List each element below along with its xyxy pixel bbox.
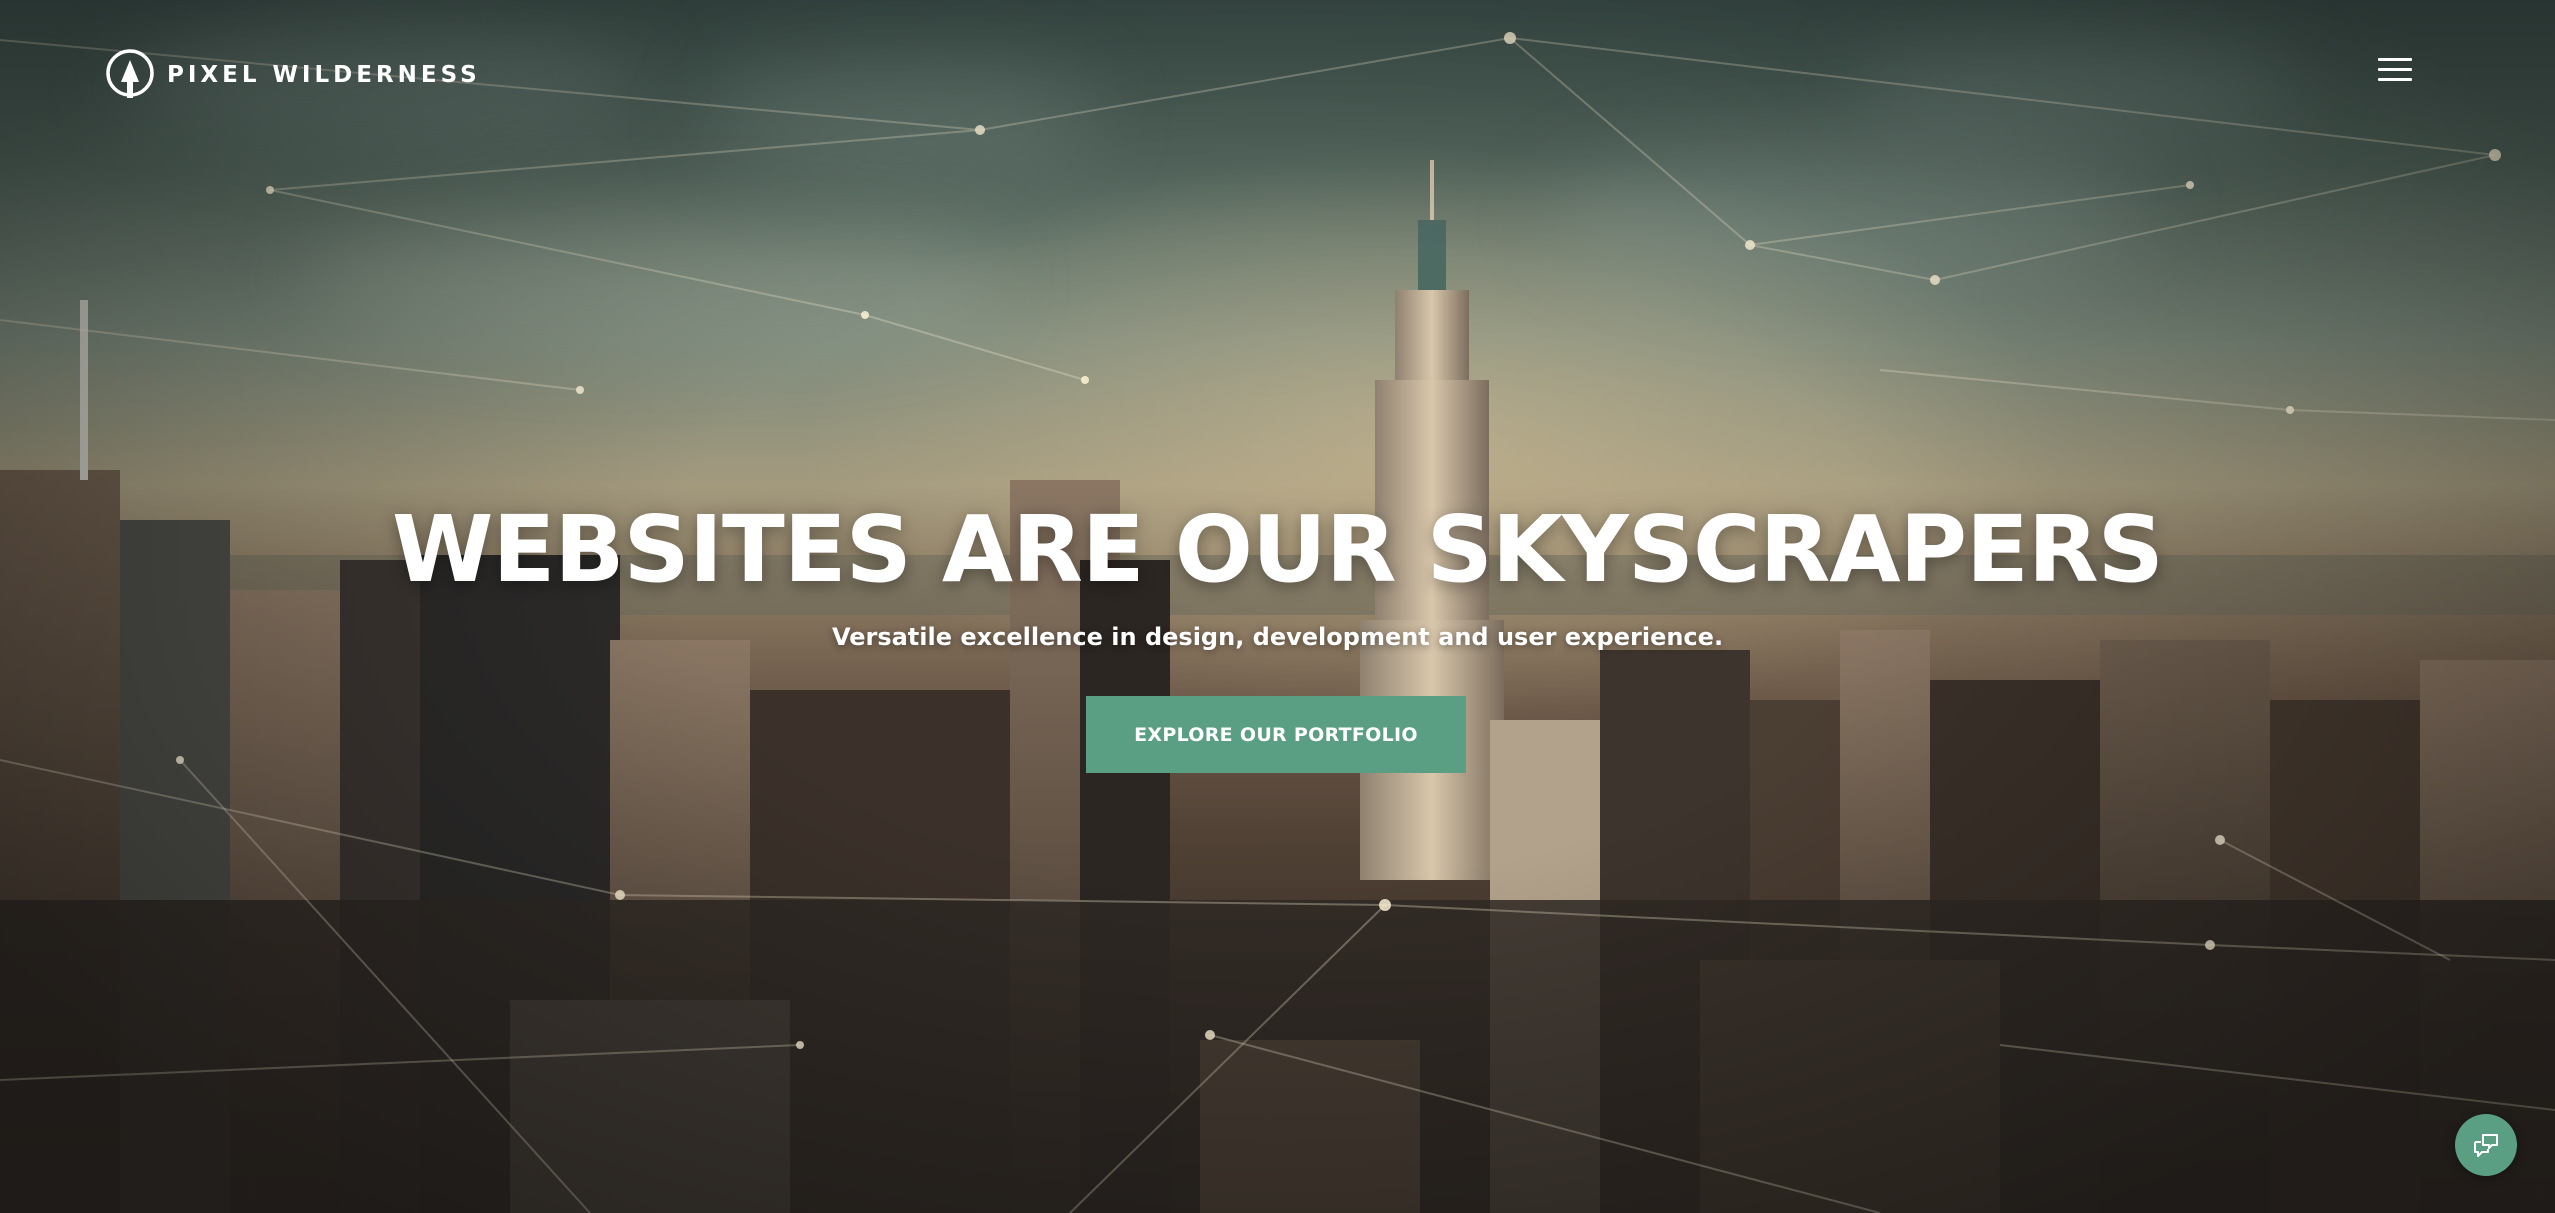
site-logo[interactable]: PIXEL WILDERNESS: [105, 48, 481, 102]
chat-button[interactable]: [2455, 1114, 2517, 1176]
vignette-overlay: [0, 0, 2555, 1213]
menu-line: [2378, 68, 2412, 71]
hero-headline: WEBSITES ARE OUR SKYSCRAPERS: [392, 496, 2164, 603]
chat-bubbles-icon: [2474, 1134, 2498, 1157]
brand-name: PIXEL WILDERNESS: [167, 62, 481, 88]
tree-in-circle-icon: [106, 49, 154, 98]
menu-line: [2378, 58, 2412, 61]
hero-subtitle: Versatile excellence in design, developm…: [831, 623, 1724, 651]
hamburger-menu-icon[interactable]: [2378, 58, 2412, 84]
menu-line: [2378, 78, 2412, 81]
hero-section: PIXEL WILDERNESS WEBSITES ARE OUR SKYSCR…: [0, 0, 2555, 1213]
explore-portfolio-button[interactable]: EXPLORE OUR PORTFOLIO: [1086, 696, 1466, 773]
